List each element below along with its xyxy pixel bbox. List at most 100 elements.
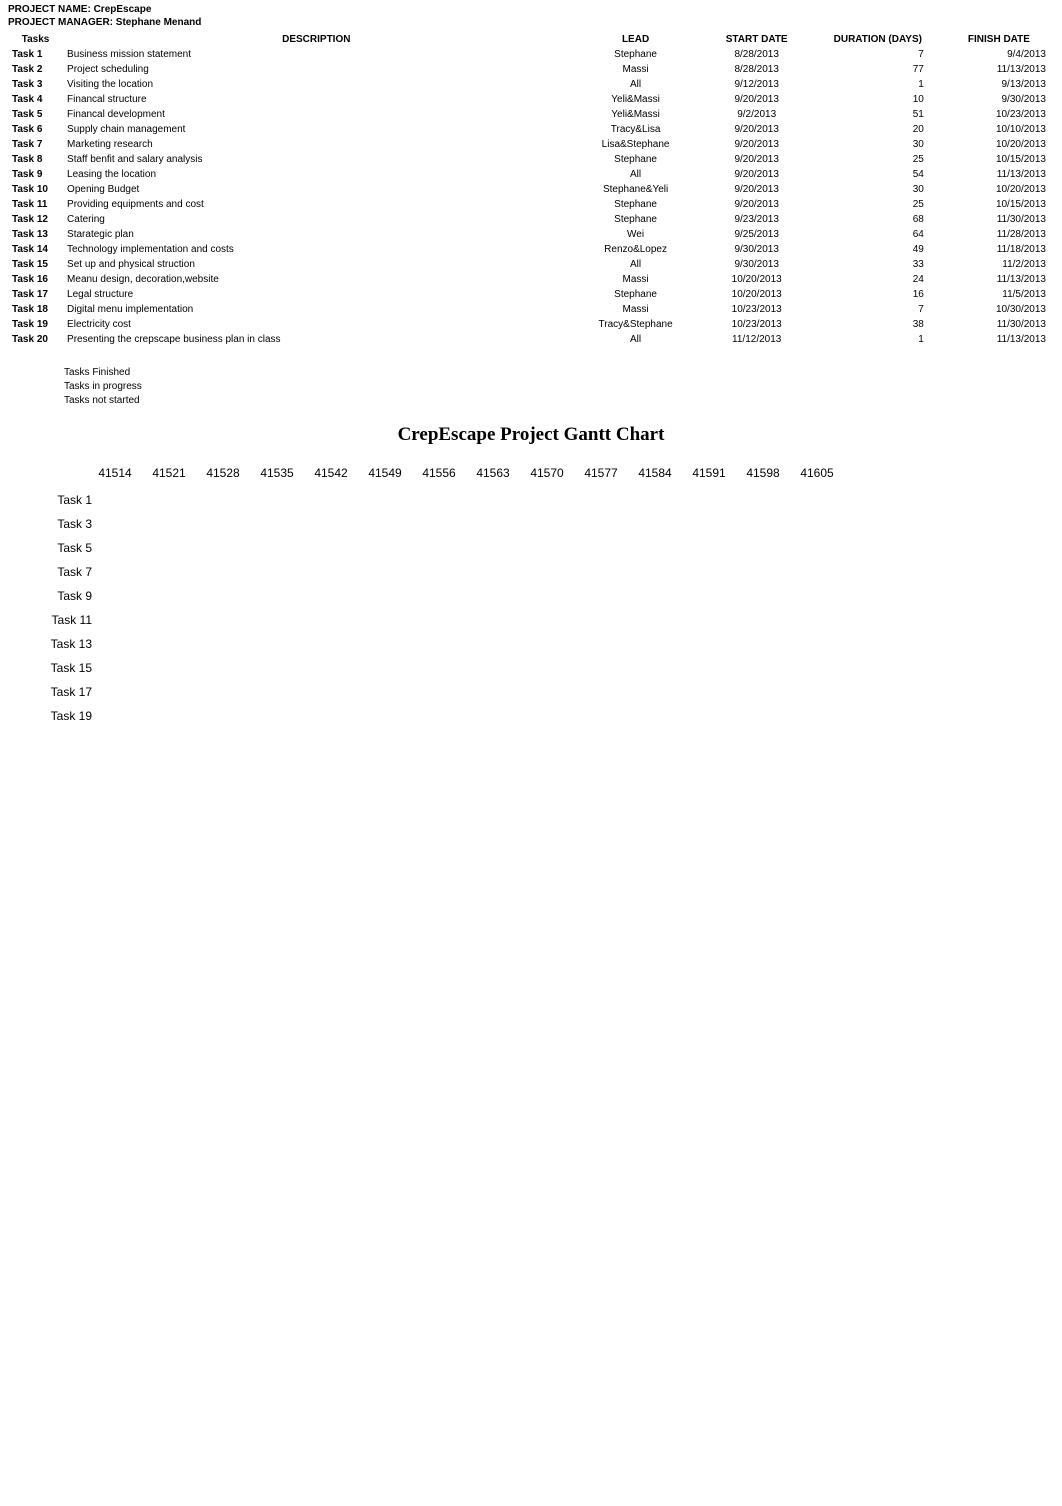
task-id: Task 4 bbox=[8, 92, 63, 107]
project-name-line: PROJECT NAME: CrepEscape bbox=[8, 4, 1054, 15]
gantt-chart: 4151441521415284153541542415494155641563… bbox=[38, 466, 1054, 728]
y-label: Task 17 bbox=[38, 680, 100, 704]
table-row: Task 4Financal structureYeli&Massi9/20/2… bbox=[8, 92, 1054, 107]
task-finish-date: 10/20/2013 bbox=[944, 137, 1054, 152]
task-id: Task 17 bbox=[8, 287, 63, 302]
task-description: Presenting the crepscape business plan i… bbox=[63, 332, 569, 347]
task-start-date: 11/12/2013 bbox=[702, 332, 812, 347]
table-row: Task 3Visiting the locationAll9/12/20131… bbox=[8, 77, 1054, 92]
task-id: Task 13 bbox=[8, 227, 63, 242]
x-tick: 41563 bbox=[466, 466, 520, 480]
project-manager-value: Stephane Menand bbox=[116, 17, 202, 28]
task-duration: 30 bbox=[812, 182, 944, 197]
task-lead: Stephane bbox=[570, 152, 702, 167]
x-tick: 41514 bbox=[88, 466, 142, 480]
col-header-finish: FINISH DATE bbox=[944, 32, 1054, 47]
task-duration: 68 bbox=[812, 212, 944, 227]
task-duration: 54 bbox=[812, 167, 944, 182]
task-start-date: 9/20/2013 bbox=[702, 182, 812, 197]
x-tick: 41577 bbox=[574, 466, 628, 480]
task-description: Project scheduling bbox=[63, 62, 569, 77]
task-duration: 51 bbox=[812, 107, 944, 122]
task-description: Visiting the location bbox=[63, 77, 569, 92]
task-lead: Stephane bbox=[570, 47, 702, 62]
tasks-table-wrap: Tasks DESCRIPTION LEAD START DATE DURATI… bbox=[8, 32, 1054, 347]
task-id: Task 11 bbox=[8, 197, 63, 212]
task-lead: Stephane bbox=[570, 287, 702, 302]
task-duration: 16 bbox=[812, 287, 944, 302]
task-lead: All bbox=[570, 167, 702, 182]
task-description: Providing equipments and cost bbox=[63, 197, 569, 212]
task-lead: Massi bbox=[570, 62, 702, 77]
task-finish-date: 9/30/2013 bbox=[944, 92, 1054, 107]
task-lead: Massi bbox=[570, 302, 702, 317]
task-finish-date: 11/13/2013 bbox=[944, 167, 1054, 182]
x-axis: 4151441521415284153541542415494155641563… bbox=[38, 466, 1054, 480]
task-id: Task 3 bbox=[8, 77, 63, 92]
task-lead: Lisa&Stephane bbox=[570, 137, 702, 152]
task-lead: Massi bbox=[570, 272, 702, 287]
task-duration: 7 bbox=[812, 302, 944, 317]
task-start-date: 9/12/2013 bbox=[702, 77, 812, 92]
x-tick: 41605 bbox=[790, 466, 844, 480]
table-row: Task 12CateringStephane9/23/20136811/30/… bbox=[8, 212, 1054, 227]
col-header-lead: LEAD bbox=[570, 32, 702, 47]
table-row: Task 11Providing equipments and costStep… bbox=[8, 197, 1054, 212]
task-lead: Stephane bbox=[570, 197, 702, 212]
task-description: Leasing the location bbox=[63, 167, 569, 182]
task-duration: 49 bbox=[812, 242, 944, 257]
task-description: Financal structure bbox=[63, 92, 569, 107]
task-description: Staff benfit and salary analysis bbox=[63, 152, 569, 167]
table-row: Task 20Presenting the crepscape business… bbox=[8, 332, 1054, 347]
table-row: Task 2Project schedulingMassi8/28/201377… bbox=[8, 62, 1054, 77]
task-finish-date: 11/30/2013 bbox=[944, 212, 1054, 227]
task-start-date: 9/20/2013 bbox=[702, 167, 812, 182]
task-lead: All bbox=[570, 332, 702, 347]
task-finish-date: 11/2/2013 bbox=[944, 257, 1054, 272]
chart-title: CrepEscape Project Gantt Chart bbox=[8, 424, 1054, 446]
table-row: Task 7Marketing researchLisa&Stephane9/2… bbox=[8, 137, 1054, 152]
task-lead: All bbox=[570, 77, 702, 92]
table-row: Task 1Business mission statementStephane… bbox=[8, 47, 1054, 62]
task-duration: 20 bbox=[812, 122, 944, 137]
x-tick: 41535 bbox=[250, 466, 304, 480]
task-lead: Wei bbox=[570, 227, 702, 242]
y-label: Task 1 bbox=[38, 488, 100, 512]
task-id: Task 6 bbox=[8, 122, 63, 137]
task-start-date: 9/20/2013 bbox=[702, 137, 812, 152]
task-finish-date: 10/10/2013 bbox=[944, 122, 1054, 137]
project-name-value: CrepEscape bbox=[94, 4, 152, 15]
task-lead: Yeli&Massi bbox=[570, 107, 702, 122]
table-row: Task 19Electricity costTracy&Stephane10/… bbox=[8, 317, 1054, 332]
y-label: Task 9 bbox=[38, 584, 100, 608]
table-row: Task 16Meanu design, decoration,websiteM… bbox=[8, 272, 1054, 287]
task-finish-date: 11/30/2013 bbox=[944, 317, 1054, 332]
tasks-table: Tasks DESCRIPTION LEAD START DATE DURATI… bbox=[8, 32, 1054, 347]
table-row: Task 9Leasing the locationAll9/20/201354… bbox=[8, 167, 1054, 182]
y-label: Task 11 bbox=[38, 608, 100, 632]
task-start-date: 9/20/2013 bbox=[702, 152, 812, 167]
col-header-start: START DATE bbox=[702, 32, 812, 47]
task-description: Meanu design, decoration,website bbox=[63, 272, 569, 287]
task-finish-date: 11/13/2013 bbox=[944, 62, 1054, 77]
task-description: Catering bbox=[63, 212, 569, 227]
project-name-label: PROJECT NAME: bbox=[8, 4, 91, 15]
task-finish-date: 10/30/2013 bbox=[944, 302, 1054, 317]
legend-in-progress: Tasks in progress bbox=[64, 381, 1054, 392]
task-lead: Stephane&Yeli bbox=[570, 182, 702, 197]
task-id: Task 1 bbox=[8, 47, 63, 62]
task-finish-date: 11/13/2013 bbox=[944, 272, 1054, 287]
task-start-date: 9/30/2013 bbox=[702, 242, 812, 257]
table-row: Task 8Staff benfit and salary analysisSt… bbox=[8, 152, 1054, 167]
task-duration: 30 bbox=[812, 137, 944, 152]
task-duration: 38 bbox=[812, 317, 944, 332]
task-lead: All bbox=[570, 257, 702, 272]
y-label: Task 3 bbox=[38, 512, 100, 536]
y-label: Task 5 bbox=[38, 536, 100, 560]
x-tick: 41549 bbox=[358, 466, 412, 480]
task-duration: 24 bbox=[812, 272, 944, 287]
task-id: Task 19 bbox=[8, 317, 63, 332]
project-manager-label: PROJECT MANAGER: bbox=[8, 17, 113, 28]
task-id: Task 9 bbox=[8, 167, 63, 182]
task-start-date: 10/23/2013 bbox=[702, 302, 812, 317]
